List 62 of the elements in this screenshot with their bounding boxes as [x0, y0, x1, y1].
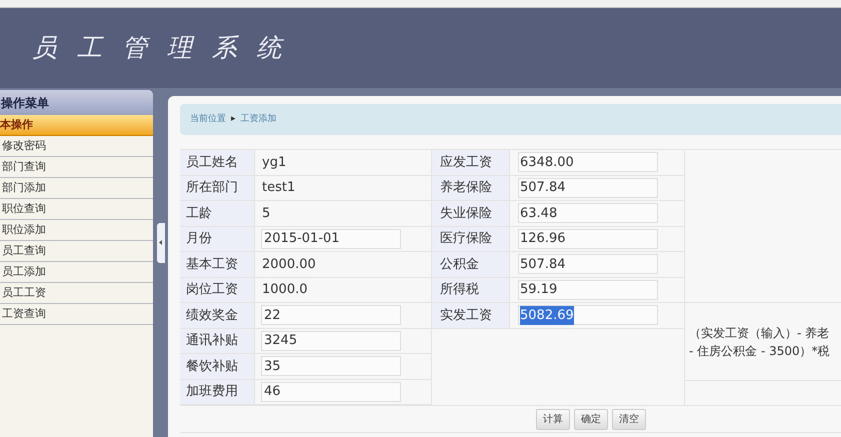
- field-label: 基本工资: [180, 252, 255, 276]
- formula-note: （实发工资（输入）- 养老 - 住房公积金 - 3500）*税: [685, 303, 841, 381]
- menu-item[interactable]: 部门添加: [0, 178, 153, 199]
- input-field[interactable]: 59.19: [518, 280, 658, 300]
- field-value: 126.96: [520, 230, 566, 248]
- input-field[interactable]: 2015-01-01: [261, 228, 401, 249]
- input-field[interactable]: 35: [261, 356, 401, 376]
- field-label: 工龄: [180, 201, 255, 226]
- collapse-handle[interactable]: [156, 222, 164, 262]
- input-field[interactable]: 507.84: [518, 254, 658, 274]
- field-value: 6348.00: [520, 154, 574, 172]
- field-label: 通讯补贴: [180, 328, 255, 353]
- input-field[interactable]: 5082.69: [518, 305, 658, 326]
- field-label: 餐饮补贴: [180, 354, 255, 378]
- input-field[interactable]: 22: [261, 305, 401, 326]
- field-value: 507.84: [520, 256, 566, 274]
- input-field[interactable]: 63.48: [518, 203, 658, 224]
- left-triangle-icon: [159, 240, 162, 245]
- form-button[interactable]: 清空: [612, 408, 646, 430]
- input-field[interactable]: 126.96: [518, 228, 658, 249]
- field-label: 失业保险: [432, 201, 510, 226]
- breadcrumb-arrow: ▸: [231, 112, 236, 126]
- menu-item[interactable]: 职位查询: [0, 199, 153, 220]
- breadcrumb-location[interactable]: 当前位置: [190, 112, 226, 126]
- field-label: 月份: [180, 226, 255, 251]
- menu-item[interactable]: 工资查询: [0, 304, 153, 325]
- menu-item[interactable]: 职位添加: [0, 220, 153, 241]
- field-label: 养老保险: [432, 176, 510, 200]
- input-field[interactable]: 46: [261, 382, 401, 402]
- field-value: test1: [261, 179, 296, 197]
- field-value: 507.84: [520, 179, 566, 197]
- field-label: 所得税: [432, 278, 510, 302]
- field-value: 63.48: [520, 204, 558, 222]
- field-value: 59.19: [520, 281, 558, 299]
- field-value: yg1: [261, 154, 286, 172]
- field-label: 员工姓名: [180, 150, 255, 174]
- field-label: 加班费用: [180, 380, 255, 404]
- form-button[interactable]: 计算: [536, 408, 570, 430]
- menu-item[interactable]: 修改密码: [0, 136, 153, 157]
- input-field[interactable]: 6348.00: [518, 152, 658, 172]
- field-label: 医疗保险: [432, 226, 510, 251]
- field-label: 应发工资: [432, 150, 510, 174]
- app-title: 员 工 管 理 系 统: [32, 32, 288, 64]
- field-value: 5082.69: [520, 306, 574, 325]
- field-label: 绩效奖金: [180, 303, 255, 328]
- field-label: 所在部门: [180, 176, 255, 200]
- breadcrumb-page[interactable]: 工资添加: [240, 112, 277, 126]
- field-value: 2000.00: [261, 256, 316, 274]
- menu-group[interactable]: 本操作: [0, 115, 153, 136]
- field-value: 5: [261, 204, 270, 222]
- form-button[interactable]: 确定: [574, 408, 608, 430]
- menu-item[interactable]: 员工添加: [0, 262, 153, 283]
- input-field[interactable]: 507.84: [518, 178, 658, 198]
- field-label: 岗位工资: [180, 278, 255, 302]
- menu-title: 操作菜单: [0, 94, 49, 112]
- menu-item[interactable]: 员工工资: [0, 283, 153, 304]
- menu-item[interactable]: 部门查询: [0, 157, 153, 178]
- field-label: 公积金: [432, 252, 510, 276]
- menu-item[interactable]: 员工查询: [0, 241, 153, 262]
- input-field[interactable]: 3245: [261, 330, 401, 351]
- field-value: 1000.0: [261, 281, 308, 299]
- field-label: 实发工资: [432, 303, 510, 328]
